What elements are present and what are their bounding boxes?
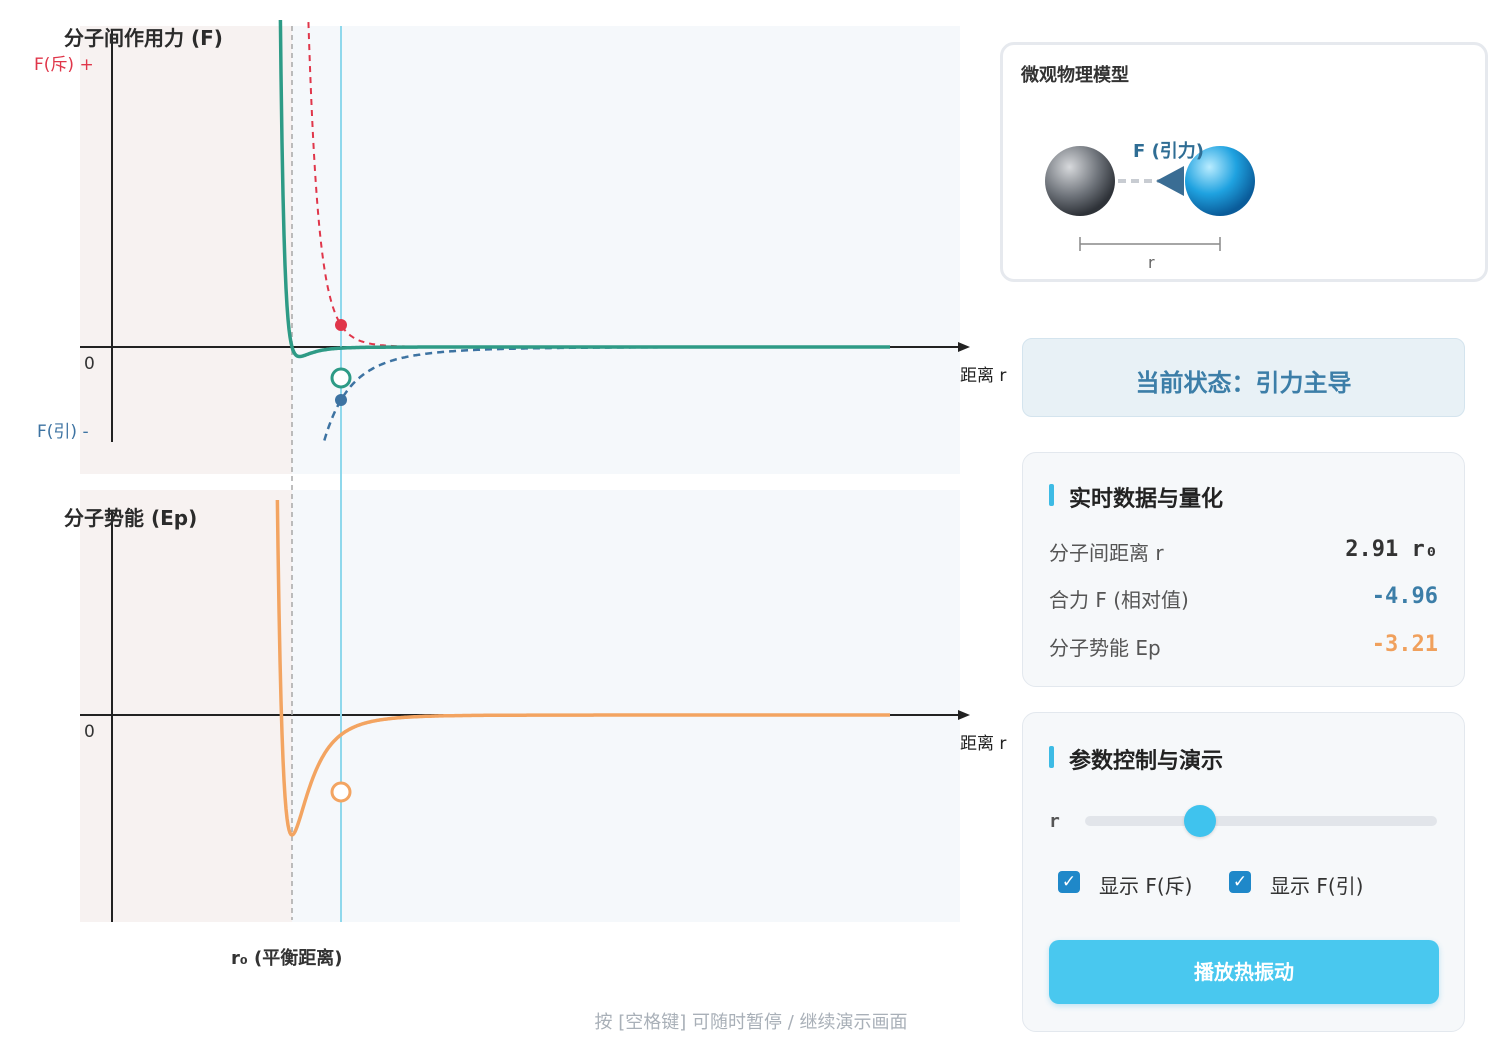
energy-current-point [330, 781, 352, 803]
molecule-left [1045, 146, 1115, 216]
repel-point [335, 319, 347, 331]
show-attraction-label[interactable]: 显示 F(引) [1270, 870, 1363, 899]
energy-x-label: 距离 r [960, 734, 1007, 754]
section-marker [1049, 746, 1054, 768]
force-row-value: -4.96 [1371, 584, 1438, 609]
force-x-label: 距离 r [960, 366, 1007, 386]
energy-row-value: -3.21 [1371, 632, 1438, 657]
distance-row-label: 分子间距离 r [1049, 541, 1164, 565]
attract-point [335, 394, 347, 406]
molecule-diagram [1045, 146, 1255, 251]
force-row-label: 合力 F (相对值) [1049, 588, 1189, 612]
slider-label: r [1049, 811, 1060, 832]
equilibrium-distance-label: r₀ (平衡距离) [231, 948, 343, 969]
energy-x-arrow [958, 710, 970, 720]
charts-svg [80, 20, 970, 922]
force-chart-title: 分子间作用力 (F) [64, 26, 223, 50]
play-vibration-button[interactable]: 播放热振动 [1049, 940, 1439, 1004]
realtime-data-card: 实时数据与量化 分子间距离 r 2.91 r₀ 合力 F (相对值) -4.96… [1022, 452, 1465, 687]
energy-zero-label: 0 [84, 722, 95, 742]
show-attraction-checkbox[interactable]: ✓ [1229, 871, 1251, 893]
show-repulsion-checkbox[interactable]: ✓ [1058, 871, 1080, 893]
net-force-curve [278, 20, 890, 359]
force-zero-label: 0 [84, 354, 95, 374]
force-direction-label: F (引力) [1133, 141, 1205, 162]
distance-label: r [1148, 253, 1155, 272]
energy-row-label: 分子势能 Ep [1049, 636, 1161, 660]
repulsion-label: F(斥) + [34, 55, 94, 75]
physics-model-card: 微观物理模型 F (引力) r [1000, 42, 1488, 282]
controls-card: 参数控制与演示 r ✓ 显示 F(斥) ✓ 显示 F(引) 播放热振动 [1022, 712, 1465, 1032]
section-marker [1049, 484, 1054, 506]
distance-slider-thumb[interactable] [1184, 805, 1216, 837]
distance-slider-track[interactable] [1085, 816, 1437, 826]
distance-row-value: 2.91 r₀ [1345, 537, 1438, 562]
force-x-arrow [958, 342, 970, 352]
attraction-label: F(引) - [37, 422, 89, 442]
app-root: 分子间作用力 (F) F(斥) + 0 F(引) - 距离 r 分子势能 (Ep… [0, 0, 1498, 1040]
attraction-curve [321, 345, 890, 445]
controls-title: 参数控制与演示 [1069, 749, 1224, 774]
state-text: 当前状态：引力主导 [1135, 369, 1352, 397]
force-arrow-icon [1156, 166, 1184, 196]
energy-chart-title: 分子势能 (Ep) [64, 506, 198, 530]
data-panel-title: 实时数据与量化 [1069, 487, 1224, 512]
state-card: 当前状态：引力主导 [1022, 338, 1465, 417]
show-repulsion-label[interactable]: 显示 F(斥) [1099, 870, 1192, 899]
force-current-point [330, 367, 352, 389]
keyboard-hint: 按 [空格键] 可随时暂停 / 继续演示画面 [594, 1012, 908, 1033]
repulsion-curve [307, 20, 890, 348]
